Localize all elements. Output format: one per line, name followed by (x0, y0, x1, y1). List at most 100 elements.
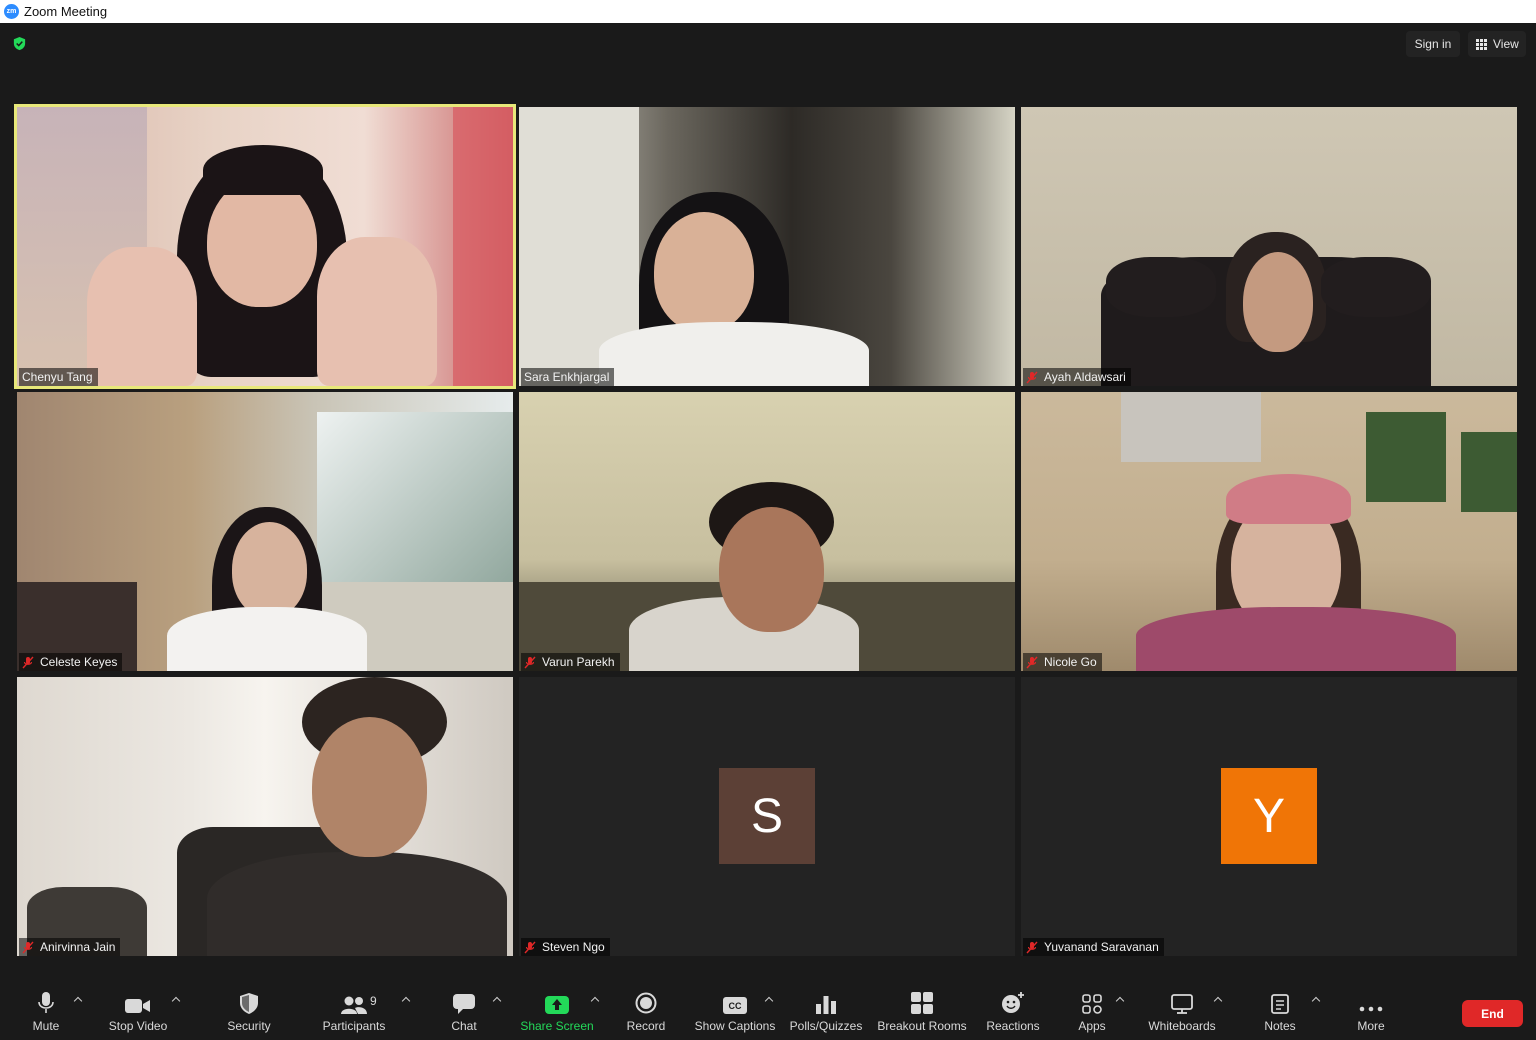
video-tile-anirvinna-jain[interactable]: Anirvinna Jain (17, 677, 513, 956)
participant-name-tag: Yuvanand Saravanan (1023, 938, 1164, 956)
video-tile-ayah-aldawsari[interactable]: Ayah Aldawsari (1021, 107, 1517, 386)
view-label: View (1493, 37, 1519, 51)
notes-icon (1271, 990, 1289, 1014)
participants-count: 9 (370, 994, 377, 1008)
view-button[interactable]: View (1468, 31, 1526, 57)
video-tile-yuvanand-saravanan[interactable]: Y Yuvanand Saravanan (1021, 677, 1517, 956)
participant-name: Nicole Go (1044, 655, 1097, 669)
muted-mic-icon (1026, 371, 1038, 383)
participant-name-tag: Chenyu Tang (19, 368, 98, 386)
chat-button[interactable]: Chat (448, 990, 480, 1033)
notes-label: Notes (1264, 1019, 1296, 1033)
shield-check-icon[interactable] (12, 36, 27, 51)
sign-in-button[interactable]: Sign in (1406, 31, 1460, 57)
audio-options-caret[interactable] (73, 995, 83, 1005)
polls-quizzes-label: Polls/Quizzes (789, 1019, 863, 1033)
whiteboards-options-caret[interactable] (1213, 995, 1223, 1005)
participant-name: Chenyu Tang (22, 370, 93, 384)
participant-name: Steven Ngo (542, 940, 605, 954)
participant-avatar: S (719, 768, 815, 864)
notes-options-caret[interactable] (1311, 995, 1321, 1005)
share-screen-label: Share Screen (520, 1019, 594, 1033)
apps-button[interactable]: Apps (1076, 990, 1108, 1033)
participant-name-tag: Anirvinna Jain (19, 938, 121, 956)
captions-options-caret[interactable] (764, 995, 774, 1005)
share-options-caret[interactable] (590, 995, 600, 1005)
reactions-button[interactable]: Reactions (985, 990, 1041, 1033)
participants-button[interactable]: Participants (321, 990, 387, 1033)
participant-name: Ayah Aldawsari (1044, 370, 1126, 384)
window-title-bar: zm Zoom Meeting (0, 0, 1536, 23)
stop-video-button[interactable]: Stop Video (106, 990, 170, 1033)
end-meeting-button[interactable]: End (1462, 1000, 1523, 1027)
smiley-plus-icon (1001, 990, 1025, 1014)
closed-captions-icon: CC (723, 990, 747, 1014)
muted-mic-icon (22, 941, 34, 953)
record-button[interactable]: Record (626, 990, 666, 1033)
more-label: More (1357, 1019, 1385, 1033)
apps-icon (1082, 990, 1102, 1014)
mute-button[interactable]: Mute (30, 990, 62, 1033)
grid-view-icon (1476, 38, 1487, 50)
video-tile-varun-parekh[interactable]: Varun Parekh (519, 392, 1015, 671)
whiteboard-icon (1171, 990, 1193, 1014)
muted-mic-icon (1026, 656, 1038, 668)
video-tile-celeste-keyes[interactable]: Celeste Keyes (17, 392, 513, 671)
participant-name-tag: Steven Ngo (521, 938, 610, 956)
notes-button[interactable]: Notes (1262, 990, 1298, 1033)
participant-video (1021, 392, 1517, 671)
whiteboards-label: Whiteboards (1148, 1019, 1216, 1033)
breakout-rooms-label: Breakout Rooms (877, 1019, 967, 1033)
reactions-label: Reactions (986, 1019, 1040, 1033)
participant-name: Sara Enkhjargal (524, 370, 610, 384)
window-title: Zoom Meeting (24, 4, 108, 19)
video-tile-chenyu-tang[interactable]: Chenyu Tang (14, 104, 516, 389)
participant-video (519, 392, 1015, 671)
participant-name: Varun Parekh (542, 655, 615, 669)
participant-avatar: Y (1221, 768, 1317, 864)
video-options-caret[interactable] (171, 995, 181, 1005)
meeting-controls-toolbar: Mute Stop Video Security Participants 9 … (0, 976, 1536, 1040)
record-icon (635, 990, 657, 1014)
stop-video-label: Stop Video (108, 1019, 168, 1033)
apps-label: Apps (1078, 1019, 1106, 1033)
video-camera-icon (125, 990, 151, 1014)
zoom-logo-icon: zm (4, 4, 19, 19)
more-button[interactable]: More (1353, 990, 1389, 1033)
bar-chart-icon (816, 990, 836, 1014)
video-tile-steven-ngo[interactable]: S Steven Ngo (519, 677, 1015, 956)
record-label: Record (626, 1019, 666, 1033)
chat-label: Chat (451, 1019, 477, 1033)
share-screen-button[interactable]: Share Screen (520, 990, 594, 1033)
participant-name: Anirvinna Jain (40, 940, 116, 954)
participant-name: Celeste Keyes (40, 655, 118, 669)
breakout-rooms-button[interactable]: Breakout Rooms (877, 990, 967, 1033)
participant-name-tag: Varun Parekh (521, 653, 620, 671)
show-captions-label: Show Captions (694, 1019, 776, 1033)
microphone-icon (38, 990, 54, 1014)
video-tile-nicole-go[interactable]: Nicole Go (1021, 392, 1517, 671)
shield-icon (240, 990, 258, 1014)
participant-name-tag: Nicole Go (1023, 653, 1102, 671)
participant-video (17, 392, 513, 671)
chat-options-caret[interactable] (492, 995, 502, 1005)
video-tile-sara-enkhjargal[interactable]: Sara Enkhjargal (519, 107, 1015, 386)
whiteboards-button[interactable]: Whiteboards (1146, 990, 1218, 1033)
participant-video (17, 107, 513, 386)
participant-video (17, 677, 513, 956)
mute-label: Mute (32, 1019, 60, 1033)
security-label: Security (227, 1019, 271, 1033)
participant-name: Yuvanand Saravanan (1044, 940, 1159, 954)
security-button[interactable]: Security (224, 990, 274, 1033)
share-screen-icon (545, 990, 569, 1014)
muted-mic-icon (1026, 941, 1038, 953)
participants-options-caret[interactable] (401, 995, 411, 1005)
participants-icon (341, 990, 367, 1014)
meeting-top-bar: Sign in View (0, 23, 1536, 63)
chat-bubble-icon (453, 990, 475, 1014)
participant-video (519, 107, 1015, 386)
muted-mic-icon (524, 656, 536, 668)
polls-quizzes-button[interactable]: Polls/Quizzes (789, 990, 863, 1033)
muted-mic-icon (524, 941, 536, 953)
apps-options-caret[interactable] (1115, 995, 1125, 1005)
